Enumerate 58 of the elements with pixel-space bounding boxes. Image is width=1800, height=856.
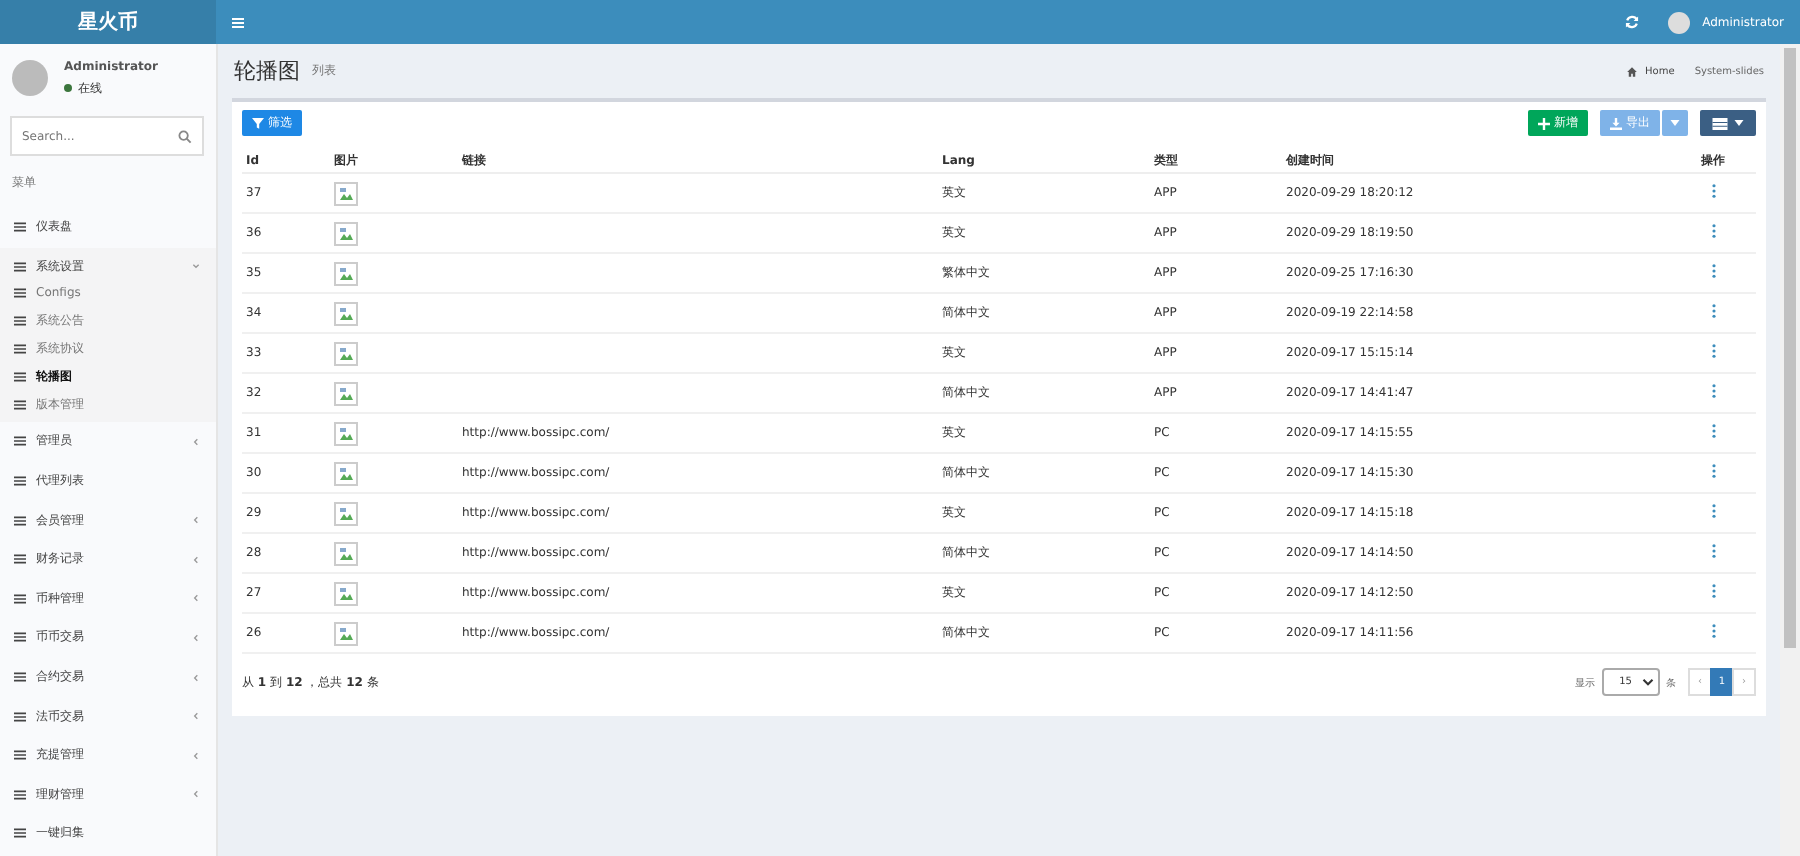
online-dot-icon: [64, 84, 72, 92]
list-icon: [14, 632, 26, 643]
list-icon: [14, 593, 26, 604]
list-icon: [14, 343, 26, 354]
page-title: 轮播图: [234, 56, 300, 86]
export-download-icon: [1610, 117, 1622, 129]
list-icon: [14, 371, 26, 382]
list-icon: [14, 222, 26, 233]
chevron-left-icon: [192, 555, 200, 564]
broken-image-icon: [334, 541, 358, 565]
chevron-left-icon: [192, 751, 200, 760]
list-icon: [14, 476, 26, 487]
refresh-icon[interactable]: [1624, 14, 1641, 30]
list-icon: [14, 672, 26, 683]
add-plus-icon: [1538, 117, 1550, 129]
home-icon: [1625, 65, 1638, 77]
chevron-left-icon: [192, 712, 200, 721]
filter-funnel-icon: [252, 117, 264, 129]
search-icon[interactable]: [178, 129, 192, 143]
caret-icon: [1734, 120, 1744, 126]
list-icon: [14, 554, 26, 565]
list-icon: [14, 399, 26, 410]
list-icon: [14, 828, 26, 839]
broken-image-icon: [334, 261, 358, 285]
chevron-left-icon: [192, 437, 200, 446]
broken-image-icon: [334, 501, 358, 525]
list-icon: [14, 515, 26, 526]
broken-image-icon: [334, 221, 358, 245]
menu-icon[interactable]: [232, 17, 244, 27]
brand-logo[interactable]: 星火币: [0, 0, 216, 44]
broken-image-icon: [334, 301, 358, 325]
chevron-left-icon: [192, 633, 200, 642]
chevron-left-icon: [192, 673, 200, 682]
list-icon: [14, 315, 26, 326]
broken-image-icon: [334, 461, 358, 485]
export-dropdown-button[interactable]: [1662, 110, 1688, 136]
chevron-left-icon: [192, 594, 200, 603]
broken-image-icon: [334, 421, 358, 445]
chevron-left-icon: [192, 790, 200, 799]
list-icon: [14, 436, 26, 447]
broken-image-icon: [334, 181, 358, 205]
broken-image-icon: [334, 581, 358, 605]
list-icon: [14, 261, 26, 272]
chevron-left-icon: [192, 516, 200, 525]
list-icon: [14, 750, 26, 761]
grid-icon: [1712, 117, 1728, 129]
chevron-down-icon: [1642, 678, 1654, 686]
broken-image-icon: [334, 621, 358, 645]
caret-icon: [1670, 120, 1680, 126]
list-icon: [14, 287, 26, 298]
broken-image-icon: [334, 341, 358, 365]
list-icon: [14, 789, 26, 800]
broken-image-icon: [334, 381, 358, 405]
list-icon: [14, 711, 26, 722]
columns-button[interactable]: [1700, 110, 1756, 136]
scrollbar[interactable]: [1780, 44, 1800, 856]
avatar-icon[interactable]: [1668, 11, 1691, 33]
avatar-icon: [12, 60, 48, 96]
